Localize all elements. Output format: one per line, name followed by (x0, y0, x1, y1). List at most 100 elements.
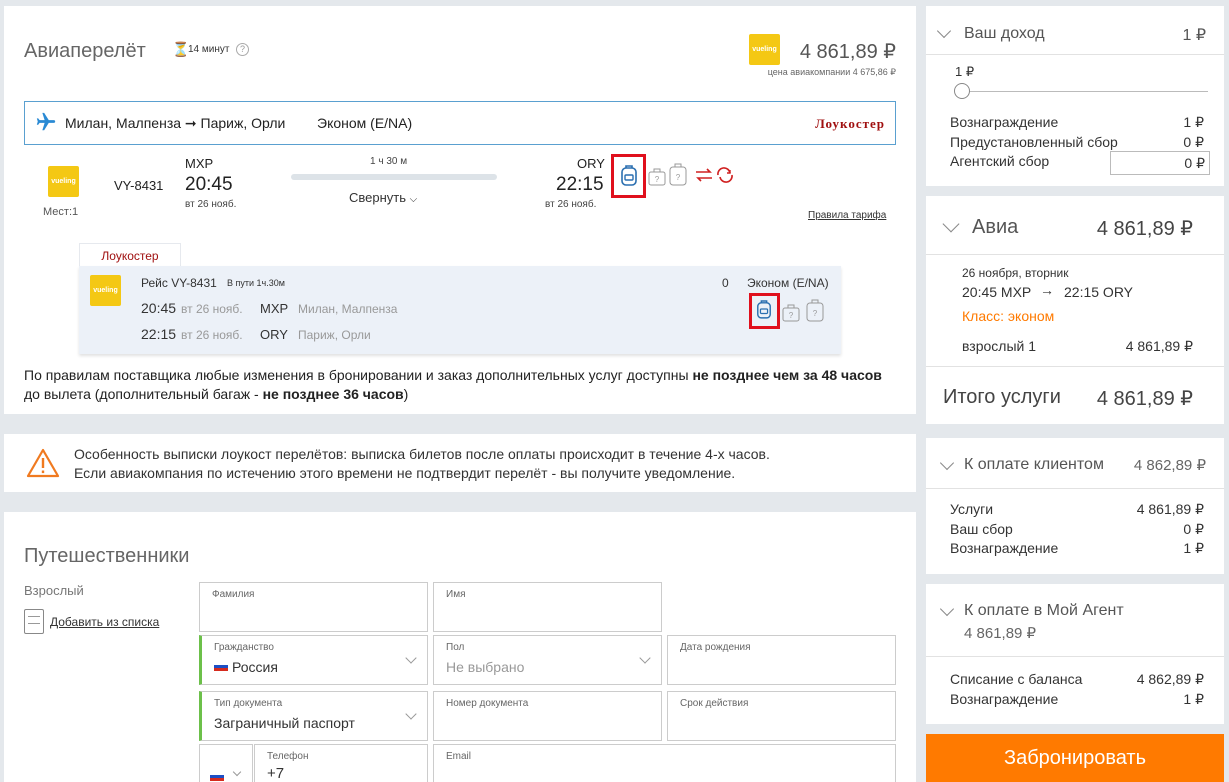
preset-fee-value: 0 ₽ (1183, 134, 1204, 150)
segment-tab-label: Лоукостер (101, 249, 159, 263)
arr-date: вт 26 нояб. (545, 199, 597, 210)
doc-number-field[interactable]: Номер документа (433, 691, 662, 741)
suitcase-question-icon[interactable]: ? (669, 162, 687, 191)
svg-text:?: ? (676, 173, 681, 182)
flight-number: VY-8431 (114, 178, 164, 193)
segment-tab[interactable]: Лоукостер (79, 243, 181, 267)
agent-reward-value: 1 ₽ (1183, 691, 1204, 707)
divider (926, 656, 1224, 657)
citizenship-value: Россия (232, 659, 278, 675)
citizenship-select[interactable]: Гражданство Россия (199, 635, 428, 685)
dep-code: MXP (185, 156, 214, 171)
agent-fee-input[interactable]: 0 ₽ (1110, 151, 1210, 175)
client-reward-label: Вознаграждение (950, 540, 1059, 556)
phone-country-select[interactable] (199, 744, 253, 782)
agent-pay-toggle[interactable]: К оплате в Мой Агент 4 861,89 ₽ (926, 584, 1224, 650)
citizenship-label: Гражданство (214, 642, 274, 653)
avia-toggle[interactable]: Авиа 4 861,89 ₽ (926, 196, 1224, 254)
reward-label: Вознаграждение (950, 114, 1059, 130)
client-services-label: Услуги (950, 501, 994, 517)
income-value: 1 ₽ (1182, 27, 1206, 44)
warning-line-1: Особенность выписки лоукост перелётов: в… (74, 446, 770, 462)
duration-bar (291, 174, 497, 180)
gender-label: Пол (446, 642, 465, 653)
warning-card: Особенность выписки лоукост перелётов: в… (4, 434, 916, 492)
arr-time: 22:15 (556, 174, 604, 195)
bag-question-icon[interactable]: ? (648, 166, 666, 189)
surname-field[interactable]: Фамилия (199, 582, 428, 632)
help-icon[interactable]: ? (236, 43, 249, 56)
chevron-down-icon (405, 708, 417, 720)
agent-pay-value: 4 861,89 ₽ (964, 625, 1037, 642)
reward-value: 1 ₽ (1183, 114, 1204, 130)
book-button[interactable]: Забронировать (926, 734, 1224, 782)
route-bar: Милан, Малпенза ➞ Париж, Орли Эконом (E/… (24, 101, 896, 145)
traveler-type: Взрослый (24, 583, 84, 598)
collapse-toggle[interactable]: Свернуть ⌵ (349, 190, 417, 205)
segment-dep-date: вт 26 нояб. (181, 302, 243, 316)
route-class: Эконом (E/NA) (317, 115, 413, 131)
segment-count: 0 (722, 276, 729, 290)
expiry-label: Срок действия (680, 698, 749, 709)
email-label: Email (446, 751, 472, 762)
segment-arr-code: ORY (260, 327, 288, 342)
doc-expiry-field[interactable]: Срок действия (667, 691, 896, 741)
tariff-rules-link[interactable]: Правила тарифа (808, 210, 886, 221)
flight-price: 4 861,89 ₽ (799, 41, 896, 63)
warning-line-2: Если авиакомпания по истечению этого вре… (74, 465, 736, 481)
income-toggle[interactable]: Ваш доход 1 ₽ (926, 6, 1224, 52)
segment-suitcase-question-icon[interactable]: ? (806, 298, 824, 327)
segment-arr-city: Париж, Орли (298, 328, 371, 342)
divider (926, 488, 1224, 489)
phone-field[interactable]: Телефон +7 (254, 744, 428, 782)
russia-flag-icon (210, 772, 224, 781)
dep-time: 20:45 (185, 174, 233, 195)
doc-type-value: Заграничный паспорт (214, 715, 355, 731)
client-fee-value: 0 ₽ (1183, 521, 1204, 537)
name-field[interactable]: Имя (433, 582, 662, 632)
svg-text:?: ? (655, 175, 660, 184)
russia-flag-icon (214, 662, 228, 671)
client-fee-label: Ваш сбор (950, 521, 1013, 537)
flight-card: Авиаперелёт ⏳ 14 минут ? vueling 4 861,8… (4, 6, 916, 414)
chevron-down-icon (232, 767, 242, 777)
birthdate-field[interactable]: Дата рождения (667, 635, 896, 685)
chevron-down-icon (939, 601, 955, 617)
travelers-card: Путешественники Взрослый Добавить из спи… (4, 512, 916, 782)
notice-text-3: ) (403, 386, 409, 402)
segment-backpack-icon[interactable] (756, 298, 772, 323)
exchange-icon[interactable] (694, 166, 736, 187)
doc-type-select[interactable]: Тип документа Заграничный паспорт (199, 691, 428, 741)
income-title: Ваш доход (964, 25, 1045, 42)
chevron-down-icon (939, 455, 955, 471)
divider (926, 366, 1224, 367)
gender-select[interactable]: Пол Не выбрано (433, 635, 662, 685)
doc-type-label: Тип документа (214, 698, 283, 709)
segment-bag-question-icon[interactable]: ? (782, 302, 800, 325)
add-from-list-label: Добавить из списка (50, 614, 160, 629)
backpack-icon[interactable] (620, 163, 638, 190)
balance-label: Списание с баланса (950, 671, 1083, 687)
divider (926, 54, 1224, 55)
income-slider-track[interactable] (962, 91, 1208, 92)
client-reward-value: 1 ₽ (1183, 540, 1204, 556)
dep-date: вт 26 нояб. (185, 199, 237, 210)
notice-bold-2: не позднее 36 часов (262, 386, 404, 402)
avia-class: Класс: эконом (962, 308, 1055, 324)
segment-duration: В пути 1ч.30м (227, 278, 285, 288)
income-slider-handle[interactable] (954, 83, 970, 99)
add-from-list[interactable]: Добавить из списка (24, 609, 159, 634)
flight-title: Авиаперелёт (24, 40, 146, 62)
agent-fee-label: Агентский сбор (950, 153, 1050, 169)
avia-title: Авиа (972, 216, 1019, 238)
agent-pay-title: К оплате в Мой Агент (964, 602, 1124, 619)
doc-no-label: Номер документа (446, 698, 529, 709)
duration: 1 ч 30 м (370, 156, 408, 167)
avia-card: Авиа 4 861,89 ₽ 26 ноября, вторник 20:45… (926, 196, 1224, 424)
name-label: Имя (446, 589, 466, 600)
email-field[interactable]: Email (433, 744, 896, 782)
client-pay-value: 4 862,89 ₽ (1133, 457, 1206, 474)
segment-arr-date: вт 26 нояб. (181, 328, 243, 342)
client-pay-toggle[interactable]: К оплате клиентом 4 862,89 ₽ (926, 438, 1224, 488)
notice-bold-1: не позднее чем за 48 часов (692, 367, 882, 383)
